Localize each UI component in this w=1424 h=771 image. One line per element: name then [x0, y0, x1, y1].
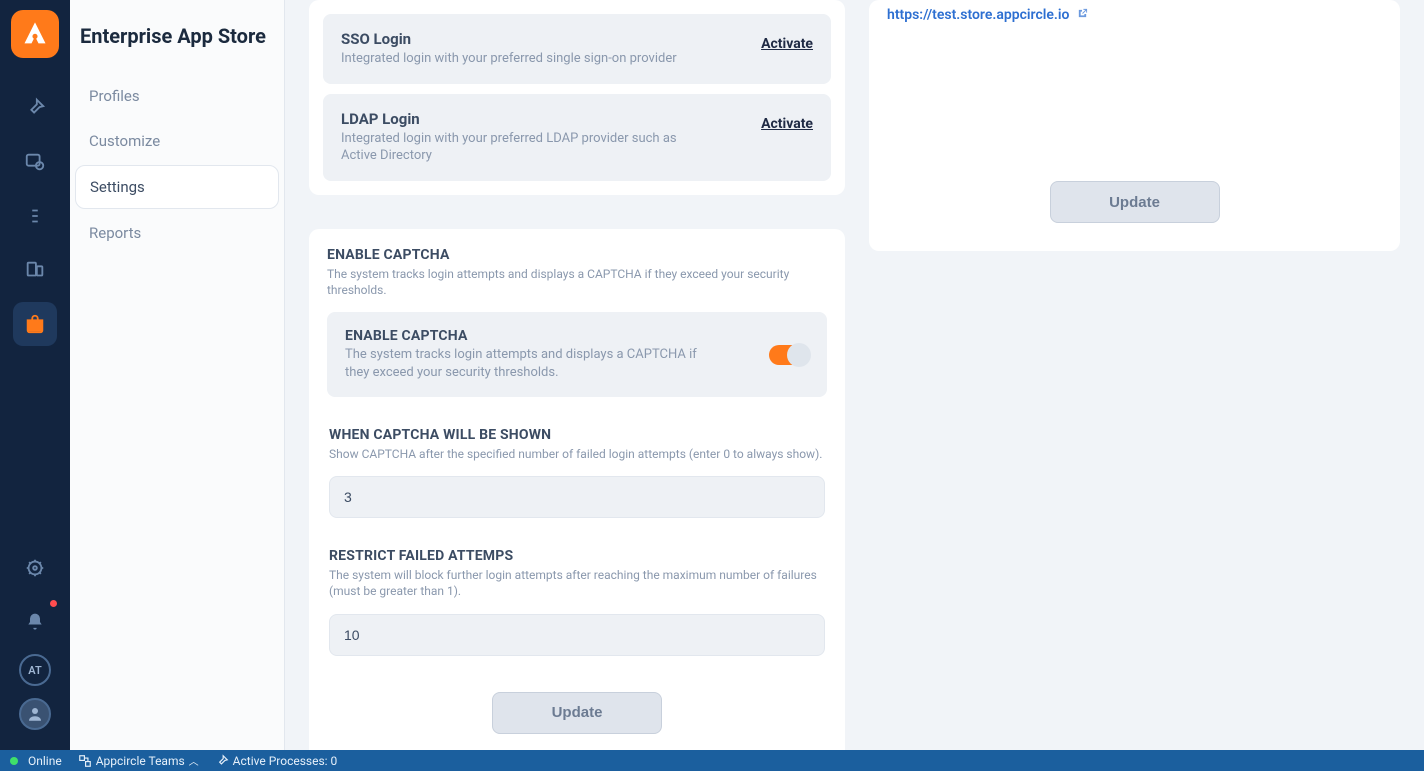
captcha-header-desc: The system tracks login attempts and dis…	[327, 266, 827, 298]
notification-dot-icon	[50, 600, 57, 607]
login-methods-card: SSO Login Integrated login with your pre…	[309, 0, 845, 195]
section-subnav: Enterprise App Store Profiles Customize …	[70, 0, 285, 750]
captcha-restrict-title: RESTRICT FAILED ATTEMPS	[329, 548, 825, 564]
store-url-update-button[interactable]: Update	[1050, 181, 1220, 223]
captcha-when-desc: Show CAPTCHA after the specified number …	[329, 446, 825, 462]
status-teams[interactable]: Appcircle Teams ︿	[78, 753, 199, 768]
ldap-login-desc: Integrated login with your preferred LDA…	[341, 130, 701, 165]
subnav-reports[interactable]: Reports	[75, 212, 279, 254]
captcha-restrict-desc: The system will block further login atte…	[329, 567, 825, 599]
team-initials-avatar[interactable]: AT	[19, 654, 51, 686]
brand-logo	[11, 10, 59, 58]
captcha-when-block: WHEN CAPTCHA WILL BE SHOWN Show CAPTCHA …	[327, 427, 827, 518]
captcha-header-title: ENABLE CAPTCHA	[327, 247, 827, 263]
status-processes-label: Active Processes: 0	[233, 754, 338, 768]
subnav-settings[interactable]: Settings	[75, 165, 279, 209]
nav-devices-icon[interactable]	[13, 248, 57, 292]
subnav-customize[interactable]: Customize	[75, 120, 279, 162]
captcha-toggle[interactable]	[769, 345, 809, 365]
ldap-activate-link[interactable]: Activate	[761, 110, 813, 132]
store-url-text: https://test.store.appcircle.io	[887, 7, 1069, 23]
external-link-icon	[1077, 8, 1088, 22]
nav-cert-icon[interactable]	[13, 140, 57, 184]
captcha-toggle-title: ENABLE CAPTCHA	[345, 328, 705, 344]
captcha-update-button[interactable]: Update	[492, 692, 662, 734]
appcircle-logo-icon	[21, 20, 49, 48]
status-online-label: Online	[28, 754, 62, 768]
status-bar: Online Appcircle Teams ︿ Active Processe…	[0, 750, 1424, 771]
captcha-when-input[interactable]	[329, 476, 825, 518]
nav-notifications-icon[interactable]	[13, 600, 57, 644]
nav-build-icon[interactable]	[13, 86, 57, 130]
store-url-link[interactable]: https://test.store.appcircle.io	[887, 7, 1088, 23]
user-avatar[interactable]	[19, 698, 51, 730]
captcha-when-title: WHEN CAPTCHA WILL BE SHOWN	[329, 427, 825, 443]
captcha-restrict-input[interactable]	[329, 614, 825, 656]
status-processes[interactable]: Active Processes: 0	[215, 754, 338, 768]
sso-login-desc: Integrated login with your preferred sin…	[341, 50, 677, 68]
nav-rail: AT	[0, 0, 70, 750]
nav-settings-gear-icon[interactable]	[13, 546, 57, 590]
page-title: Enterprise App Store	[70, 0, 284, 72]
nav-enterprise-store-icon[interactable]	[13, 302, 57, 346]
main-content: SSO Login Integrated login with your pre…	[285, 0, 1424, 750]
captcha-restrict-block: RESTRICT FAILED ATTEMPS The system will …	[327, 548, 827, 655]
status-teams-label: Appcircle Teams	[96, 754, 185, 768]
status-online[interactable]: Online	[10, 754, 62, 768]
captcha-card: ENABLE CAPTCHA The system tracks login a…	[309, 229, 845, 750]
sso-login-row: SSO Login Integrated login with your pre…	[323, 14, 831, 84]
nav-distribute-icon[interactable]	[13, 194, 57, 238]
chevron-up-icon: ︿	[189, 753, 199, 768]
teams-icon	[78, 754, 92, 768]
subnav-profiles[interactable]: Profiles	[75, 75, 279, 117]
sso-login-title: SSO Login	[341, 30, 677, 48]
sso-activate-link[interactable]: Activate	[761, 30, 813, 52]
processes-icon	[215, 754, 229, 768]
ldap-login-title: LDAP Login	[341, 110, 701, 128]
store-url-card: https://test.store.appcircle.io Update	[869, 0, 1400, 251]
captcha-enable-row: ENABLE CAPTCHA The system tracks login a…	[327, 312, 827, 397]
online-dot-icon	[10, 757, 18, 765]
captcha-toggle-desc: The system tracks login attempts and dis…	[345, 346, 705, 381]
ldap-login-row: LDAP Login Integrated login with your pr…	[323, 94, 831, 181]
